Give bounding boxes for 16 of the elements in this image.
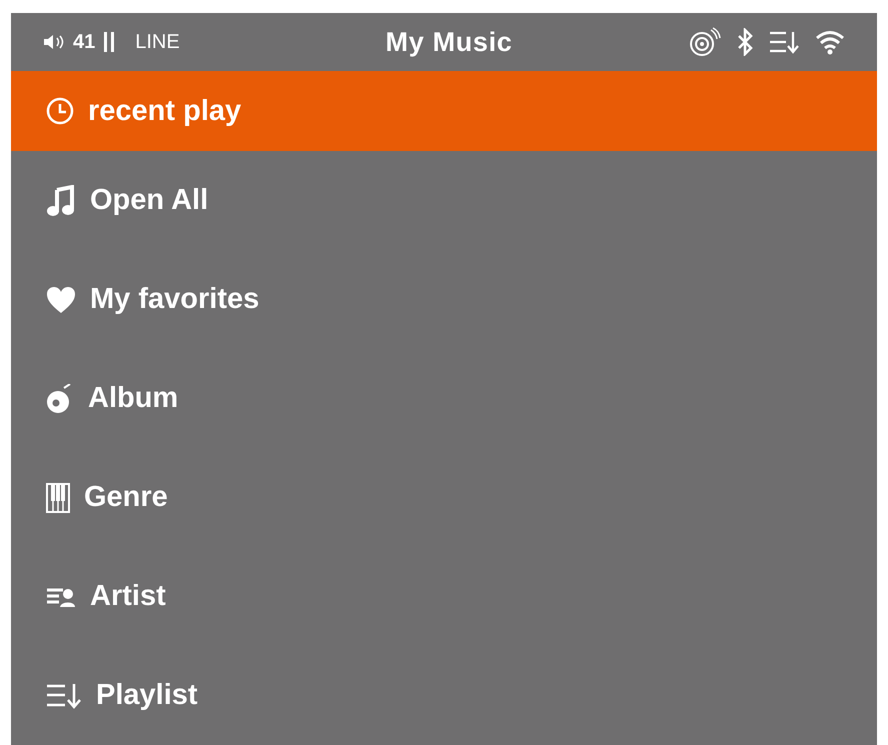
screen-title: My Music [384,26,514,59]
input-source: LINE [135,30,180,56]
playlist-icon [769,30,799,54]
volume-level: 41 [73,30,96,56]
heart-icon [46,286,76,314]
music-note-icon [46,184,76,217]
playlist-icon [46,682,82,709]
wifi-icon [815,29,845,56]
clock-icon [46,97,74,126]
menu-item[interactable]: recent play [11,71,877,152]
piano-keys-icon [46,482,70,513]
list-person-icon [46,586,76,608]
bluetooth-icon [737,28,753,56]
pause-icon [103,31,116,54]
speaker-icon [43,34,65,50]
disc-signal-icon [689,27,721,58]
